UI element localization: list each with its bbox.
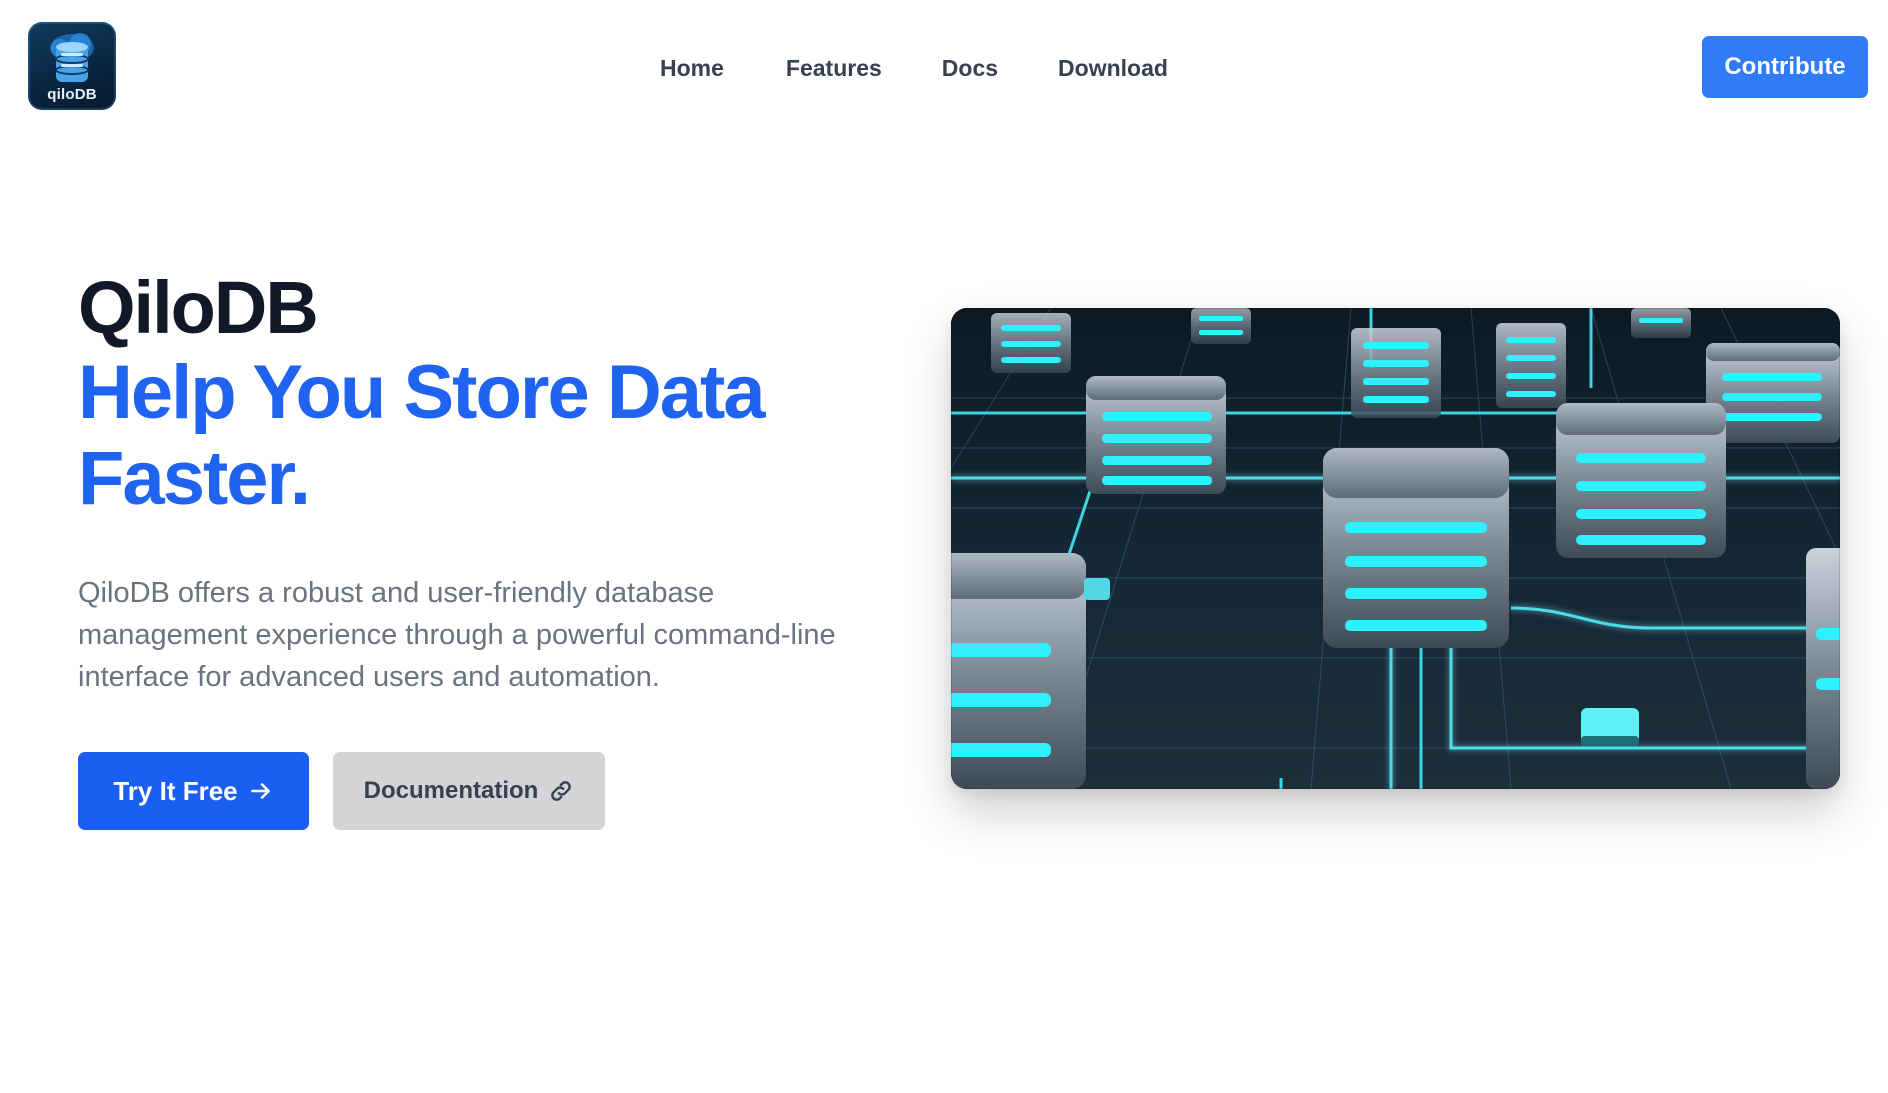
nav-download[interactable]: Download	[1058, 50, 1168, 86]
hero-tagline-line2: Faster.	[78, 436, 311, 521]
hero-tagline-line1: Help You Store Data	[78, 350, 766, 435]
link-icon	[551, 781, 572, 801]
hero-server-illustration	[951, 308, 1840, 789]
nav-home[interactable]: Home	[660, 50, 724, 86]
main-nav: Home Features Docs Download	[660, 50, 1168, 86]
nav-features[interactable]: Features	[786, 50, 882, 86]
hero-tagline: Help You Store Data Faster.	[78, 350, 878, 522]
try-it-free-label: Try It Free	[113, 775, 238, 806]
hero-description: QiloDB offers a robust and user-friendly…	[78, 577, 836, 693]
logo-text: qiloDB	[47, 86, 97, 103]
try-it-free-button[interactable]: Try It Free	[78, 752, 309, 830]
nav-docs[interactable]: Docs	[942, 50, 998, 86]
contribute-button[interactable]: Contribute	[1702, 36, 1868, 98]
arrow-right-icon	[250, 783, 270, 799]
site-header: qiloDB Home Features Docs Download Contr…	[0, 0, 1888, 136]
qilodb-logo[interactable]: qiloDB	[28, 22, 116, 110]
hero-title: QiloDB	[78, 266, 319, 349]
documentation-button[interactable]: Documentation	[333, 752, 605, 830]
documentation-label: Documentation	[363, 777, 539, 804]
server-grid-image	[951, 308, 1840, 789]
